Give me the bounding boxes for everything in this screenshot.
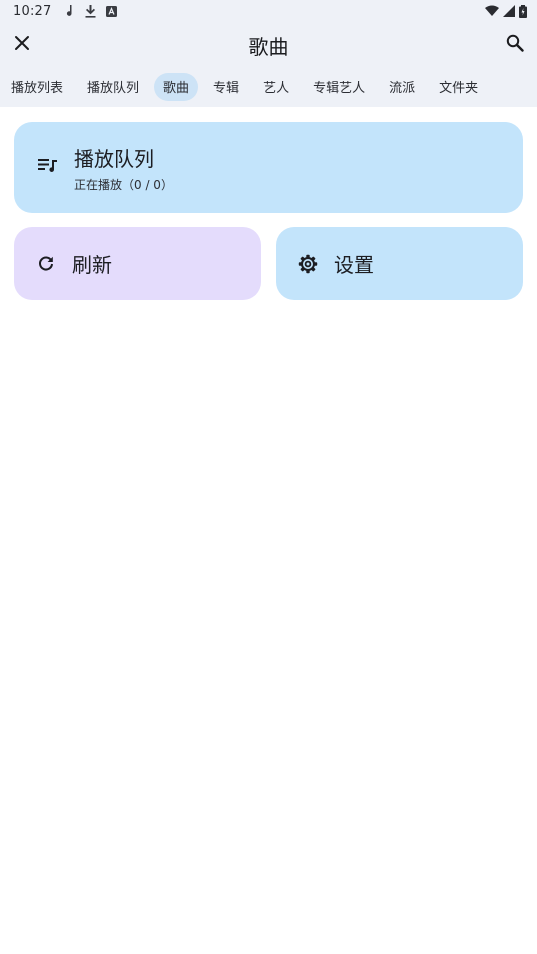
queue-music-icon <box>36 153 60 177</box>
settings-button[interactable]: 设置 <box>276 227 523 300</box>
page-title: 歌曲 <box>248 35 289 59</box>
download-icon <box>84 4 96 18</box>
refresh-button[interactable]: 刷新 <box>14 227 261 300</box>
tab-artists[interactable]: 艺人 <box>254 73 298 101</box>
play-queue-card[interactable]: 播放队列 正在播放（0 / 0） <box>14 122 523 213</box>
tab-album-artists[interactable]: 专辑艺人 <box>304 73 374 101</box>
tab-play-queue[interactable]: 播放队列 <box>78 73 148 101</box>
status-bar: 10:27 <box>0 0 537 22</box>
top-app-bar: 歌曲 <box>0 22 537 66</box>
search-button[interactable] <box>501 28 529 58</box>
tab-genres[interactable]: 流派 <box>380 73 424 101</box>
status-time: 10:27 <box>13 3 52 19</box>
refresh-icon <box>34 252 58 276</box>
category-tabs: 播放列表 播放队列 歌曲 专辑 艺人 专辑艺人 流派 文件夹 <box>0 66 537 107</box>
font-a-icon <box>105 4 117 18</box>
tab-folders[interactable]: 文件夹 <box>430 73 487 101</box>
play-queue-title: 播放队列 <box>74 146 154 171</box>
signal-icon <box>503 5 515 17</box>
tab-albums[interactable]: 专辑 <box>204 73 248 101</box>
now-playing-status: 正在播放（0 / 0） <box>74 177 173 192</box>
tab-playlists[interactable]: 播放列表 <box>2 73 72 101</box>
gear-icon <box>296 252 320 276</box>
battery-icon <box>519 4 527 18</box>
search-icon <box>506 34 524 52</box>
music-note-icon <box>63 4 75 18</box>
settings-label: 设置 <box>334 253 374 277</box>
wifi-icon <box>485 5 499 17</box>
refresh-label: 刷新 <box>72 253 112 277</box>
tab-songs[interactable]: 歌曲 <box>154 72 199 101</box>
